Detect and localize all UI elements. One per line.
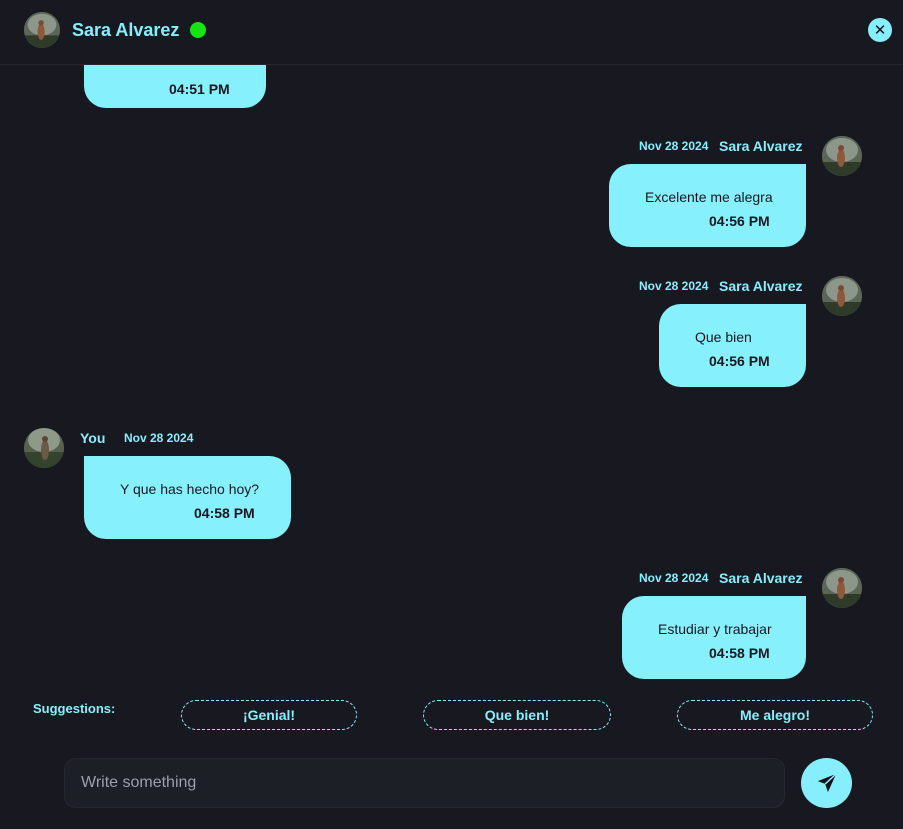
message-time: 04:58 PM xyxy=(194,505,255,521)
close-icon: ✕ xyxy=(873,22,887,39)
send-icon xyxy=(816,772,838,794)
message-sender: Sara Alvarez xyxy=(719,570,803,586)
contact-name: Sara Alvarez xyxy=(72,20,180,40)
message-text: Estudiar y trabajar xyxy=(658,621,772,637)
message-time: 04:58 PM xyxy=(709,645,770,661)
message-sender: You xyxy=(80,430,106,446)
message-text: Excelente me alegra xyxy=(645,189,773,205)
message-date: Nov 28 2024 xyxy=(639,139,709,153)
message-text: Que bien xyxy=(695,329,752,345)
suggestion-chip[interactable]: Que bien! xyxy=(423,700,611,730)
message-sender: Sara Alvarez xyxy=(719,138,803,154)
sender-avatar xyxy=(822,568,862,608)
suggestions-label: Suggestions: xyxy=(33,701,116,716)
message-time: 04:56 PM xyxy=(709,353,770,369)
message-list[interactable]: 04:51 PM Nov 28 2024 Sara Alvarez Excele… xyxy=(0,65,903,685)
message-bubble: Excelente me alegra 04:56 PM xyxy=(609,164,806,247)
suggestion-chip[interactable]: ¡Genial! xyxy=(181,700,357,730)
sender-avatar xyxy=(822,276,862,316)
message-date: Nov 28 2024 xyxy=(124,431,194,445)
message-sender: Sara Alvarez xyxy=(719,278,803,294)
message-time: 04:51 PM xyxy=(169,81,230,97)
message-bubble: Estudiar y trabajar 04:58 PM xyxy=(622,596,806,679)
message-bubble: Y que has hecho hoy? 04:58 PM xyxy=(84,456,291,539)
message-time: 04:56 PM xyxy=(709,213,770,229)
message-date: Nov 28 2024 xyxy=(639,571,709,585)
message-date: Nov 28 2024 xyxy=(639,279,709,293)
message-text: Y que has hecho hoy? xyxy=(120,481,260,497)
contact-avatar[interactable] xyxy=(24,12,60,48)
message-bubble: Que bien 04:56 PM xyxy=(659,304,806,387)
chat-header: Sara Alvarez ✕ xyxy=(0,0,903,65)
message-input[interactable] xyxy=(64,758,785,808)
suggestion-chip[interactable]: Me alegro! xyxy=(677,700,873,730)
close-chat-button[interactable]: ✕ xyxy=(868,18,892,42)
send-button[interactable] xyxy=(801,758,852,808)
user-avatar xyxy=(24,428,64,468)
online-status-indicator xyxy=(190,22,206,38)
message-bubble: 04:51 PM xyxy=(84,65,266,108)
sender-avatar xyxy=(822,136,862,176)
